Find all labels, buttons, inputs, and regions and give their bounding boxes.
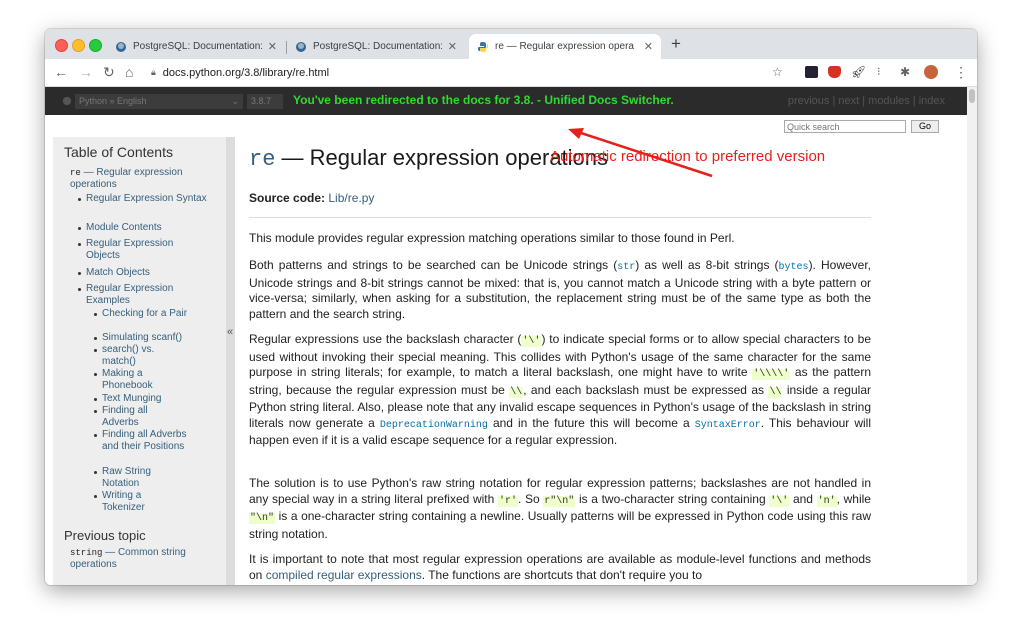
annotation-arrow	[568, 128, 713, 178]
